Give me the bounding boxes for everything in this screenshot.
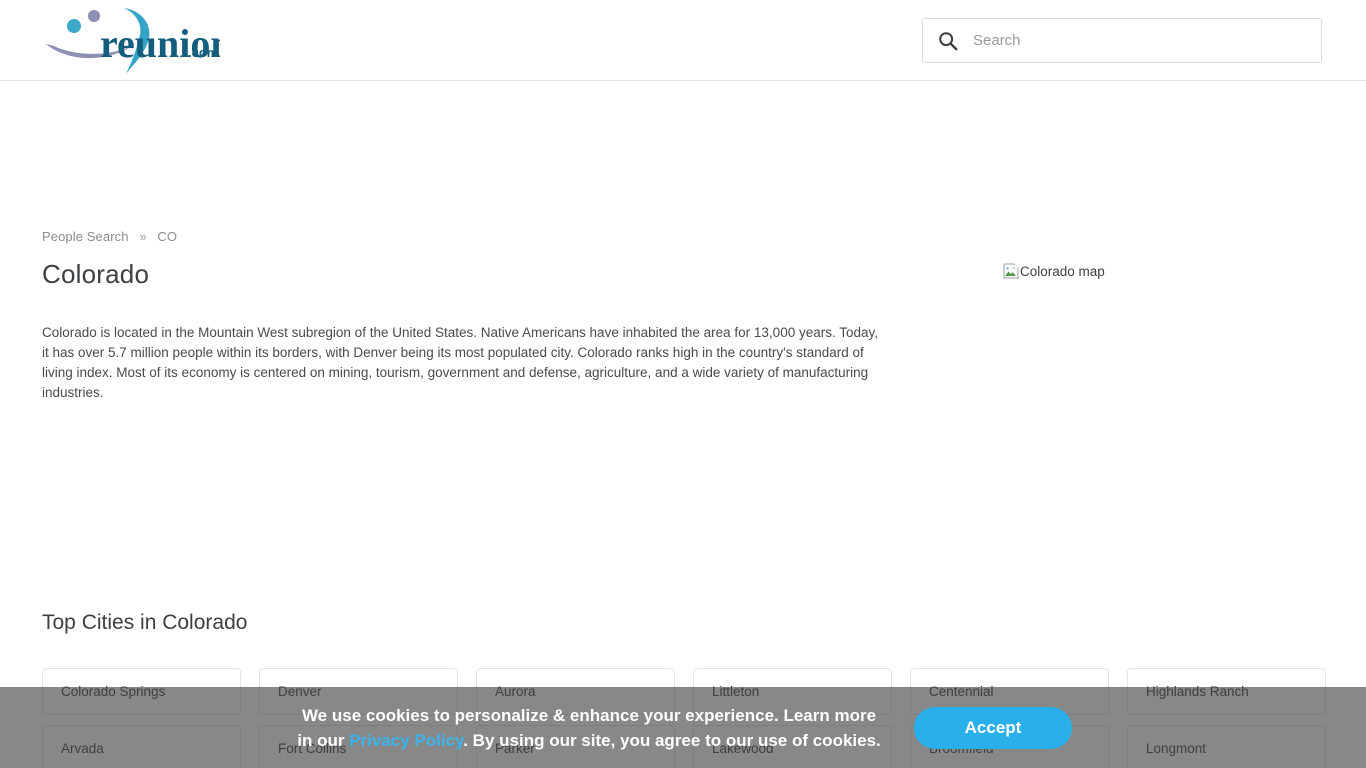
search-input[interactable] — [971, 19, 1311, 62]
state-map-alt-text: Colorado map — [1020, 263, 1105, 279]
accept-cookies-button[interactable]: Accept — [914, 706, 1072, 749]
search-icon — [939, 31, 958, 50]
site-header: reunion .com — [0, 0, 1366, 81]
privacy-policy-link[interactable]: Privacy Policy — [349, 731, 463, 750]
reunion-swoosh-logo-icon: reunion .com — [46, 8, 220, 74]
state-map-image: Colorado map — [1003, 263, 1105, 279]
page-title: Colorado — [42, 259, 150, 289]
site-logo[interactable]: reunion .com — [40, 4, 220, 76]
broken-image-icon — [1003, 263, 1019, 279]
breadcrumb: People Search » CO — [42, 229, 177, 244]
cookie-text-after-link: . By using our site, you agree to our us… — [463, 730, 881, 750]
top-cities-heading: Top Cities in Colorado — [42, 611, 248, 634]
cookie-overlay-scrim: We use cookies to personalize & enhance … — [0, 687, 1366, 768]
breadcrumb-item-co[interactable]: CO — [157, 229, 177, 244]
page-body: People Search » CO Colorado Colorado is … — [0, 81, 1366, 768]
breadcrumb-item-people-search[interactable]: People Search — [42, 229, 129, 244]
state-description: Colorado is located in the Mountain West… — [42, 325, 878, 400]
cookie-banner-text: We use cookies to personalize & enhance … — [294, 703, 884, 753]
cookie-consent-banner: We use cookies to personalize & enhance … — [0, 687, 1366, 768]
svg-text:.com: .com — [188, 45, 218, 60]
breadcrumb-separator: » — [139, 229, 147, 244]
search-bar[interactable] — [922, 18, 1322, 63]
